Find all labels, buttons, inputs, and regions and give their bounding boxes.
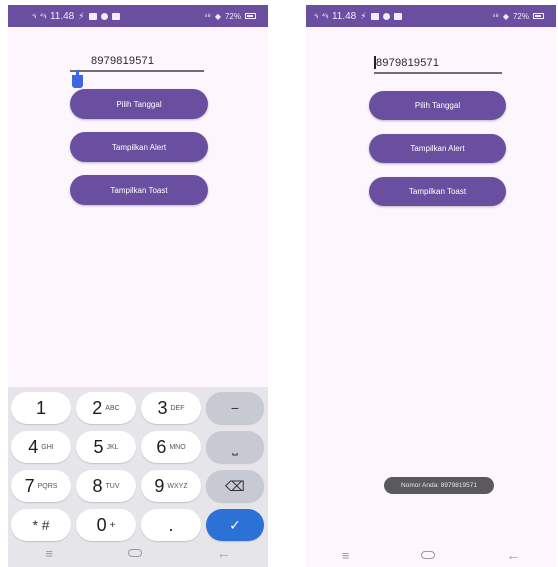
phone-screen-right: ⁴ᵢₗ ⁴⁶ᵢₗ 11.48 ⚡ ⁴⁸ ◆ 72% 8979819571 Pil…: [306, 5, 556, 567]
back-icon[interactable]: ←: [506, 547, 520, 563]
key-0[interactable]: 0 +: [76, 509, 136, 541]
pick-date-button[interactable]: Pilih Tanggal: [70, 89, 208, 119]
show-toast-button[interactable]: Tampilkan Toast: [70, 175, 208, 205]
battery-icon: [533, 13, 544, 19]
phone-input[interactable]: 8979819571: [376, 57, 439, 69]
navigation-bar: ≡ ←: [306, 541, 556, 567]
battery-icon: [245, 13, 256, 19]
message-icon: [393, 12, 402, 20]
status-time: 11.48: [331, 10, 357, 22]
home-icon[interactable]: [420, 551, 435, 559]
phone-input[interactable]: 8979819571: [91, 55, 154, 67]
wifi-icon: ◆: [502, 11, 509, 21]
input-underline: [374, 72, 502, 74]
show-alert-button[interactable]: Tampilkan Alert: [70, 132, 208, 162]
show-toast-button[interactable]: Tampilkan Toast: [369, 177, 506, 206]
key-6[interactable]: 6 MNO: [141, 431, 201, 463]
key-minus[interactable]: −: [206, 392, 264, 424]
check-icon: ✓: [229, 516, 241, 533]
navigation-bar: ≡ ←: [8, 539, 268, 567]
signal-icon: ⁴ᵢₗ: [314, 13, 318, 20]
signal-icon-2: ⁴⁶ᵢₗ: [39, 13, 47, 20]
pick-date-button[interactable]: Pilih Tanggal: [369, 91, 506, 120]
message-icon: [111, 12, 120, 20]
back-icon[interactable]: ←: [217, 545, 231, 561]
key-dot[interactable]: .: [141, 509, 201, 541]
home-icon[interactable]: [127, 549, 142, 557]
input-underline: [70, 70, 204, 72]
recents-icon[interactable]: ≡: [342, 548, 350, 563]
numeric-keyboard: 1 2 ABC 3 DEF − 4 GHI 5 JKL 6 MNO ⎵ 7 PQ…: [8, 387, 268, 567]
key-backspace[interactable]: ⌫: [206, 470, 264, 502]
text-selection-handle[interactable]: [72, 70, 83, 88]
dot-icon: [100, 12, 108, 20]
signal-icon-2: ⁴⁶ᵢₗ: [321, 13, 329, 20]
toast-message: Nomor Anda: 8979819571: [384, 477, 494, 494]
phone-screen-left: ⁴ᵢₗ ⁴⁶ᵢₗ 11.48 ⚡ ⁴⁸ ◆ 72% 8979819571 Pil…: [8, 5, 268, 567]
nfc-icon: ⚡: [360, 10, 367, 21]
net-speed: ⁴⁸: [492, 11, 499, 21]
key-5[interactable]: 5 JKL: [76, 431, 136, 463]
status-bar: ⁴ᵢₗ ⁴⁶ᵢₗ 11.48 ⚡ ⁴⁸ ◆ 72%: [306, 5, 556, 27]
key-3[interactable]: 3 DEF: [141, 392, 201, 424]
key-1[interactable]: 1: [11, 392, 71, 424]
wifi-icon: ◆: [214, 11, 221, 21]
mail-icon: [88, 12, 97, 20]
key-space[interactable]: ⎵: [206, 431, 264, 463]
signal-icon: ⁴ᵢₗ: [32, 13, 36, 20]
space-icon: ⎵: [232, 438, 238, 455]
key-7[interactable]: 7 PQRS: [11, 470, 71, 502]
status-right: ⁴⁸ ◆ 72%: [492, 12, 544, 21]
recents-icon[interactable]: ≡: [45, 546, 53, 561]
key-2[interactable]: 2 ABC: [76, 392, 136, 424]
nfc-icon: ⚡: [78, 10, 85, 21]
key-9[interactable]: 9 WXYZ: [141, 470, 201, 502]
dot-icon: [382, 12, 390, 20]
key-4[interactable]: 4 GHI: [11, 431, 71, 463]
status-right: ⁴⁸ ◆ 72%: [204, 12, 256, 21]
status-time: 11.48: [49, 10, 75, 22]
backspace-icon: ⌫: [225, 477, 245, 494]
battery-percent: 72%: [512, 11, 529, 21]
mail-icon: [370, 12, 379, 20]
key-done[interactable]: ✓: [206, 509, 264, 541]
status-left: ⁴ᵢₗ ⁴⁶ᵢₗ 11.48 ⚡: [314, 11, 402, 22]
status-left: ⁴ᵢₗ ⁴⁶ᵢₗ 11.48 ⚡: [32, 11, 120, 22]
show-alert-button[interactable]: Tampilkan Alert: [369, 134, 506, 163]
status-bar: ⁴ᵢₗ ⁴⁶ᵢₗ 11.48 ⚡ ⁴⁸ ◆ 72%: [8, 5, 268, 27]
key-8[interactable]: 8 TUV: [76, 470, 136, 502]
net-speed: ⁴⁸: [204, 11, 211, 21]
battery-percent: 72%: [224, 11, 241, 21]
key-star-hash[interactable]: * #: [11, 509, 71, 541]
